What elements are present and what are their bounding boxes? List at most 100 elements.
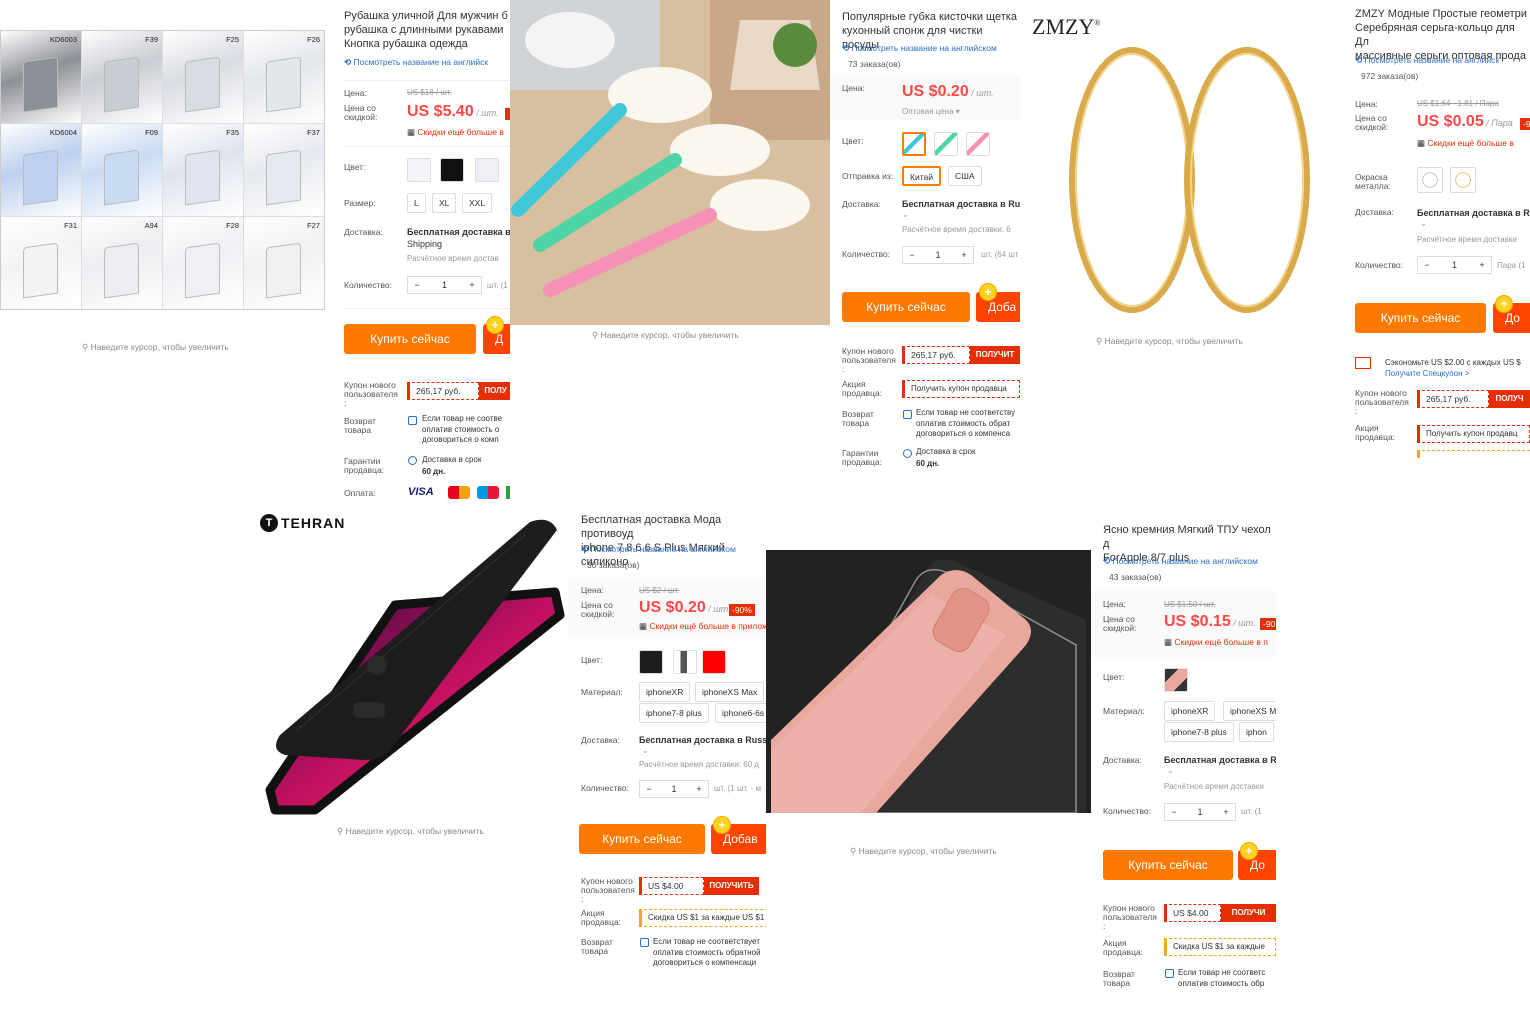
color-option-blue[interactable] (902, 132, 926, 156)
coupon-get-button[interactable]: ПОЛУЧИ (1221, 904, 1276, 922)
minus-icon[interactable]: − (640, 784, 658, 794)
chevron-down-icon[interactable]: ⌄ (642, 746, 649, 755)
coupon-get-button[interactable]: ПОЛУЧИТЬ (704, 877, 759, 895)
color-option-white[interactable] (407, 158, 431, 182)
return-policy: Если товар не соотве оплатив стоимость о… (422, 414, 503, 444)
coupon-get-button[interactable]: ПОЛУ (479, 382, 512, 400)
clock-icon (903, 449, 912, 458)
app-promo[interactable]: Скидки ещё больше в (407, 127, 503, 138)
color-option-black[interactable] (639, 650, 663, 674)
quantity-stepper[interactable]: −1 + (639, 780, 709, 798)
translate-link[interactable]: Посмотреть название на английском (581, 544, 735, 555)
wholesale-link[interactable]: Оптовая цена ▾ (902, 107, 960, 116)
material-option-iphonexs-max[interactable]: iphoneXS M (1223, 701, 1276, 721)
coupon-value: US $4.00 (639, 877, 704, 895)
buy-now-button[interactable]: Купить сейчас (842, 292, 970, 322)
chevron-down-icon[interactable]: ⌄ (902, 210, 909, 219)
shirt-variant-thumb[interactable]: F35 (163, 124, 243, 216)
minus-icon[interactable]: − (903, 250, 921, 260)
shipping-method[interactable]: Бесплатная доставка в Ru (1164, 755, 1276, 765)
seller-promo[interactable]: Скидка US $1 за каждые (1164, 938, 1276, 956)
material-option-iphone6-6s[interactable]: iphone6-6s (715, 703, 768, 723)
translate-link[interactable]: Посмотреть название на английск (344, 57, 488, 68)
shirt-variant-thumb[interactable]: F28 (163, 217, 243, 309)
quantity-stepper[interactable]: −1 + (902, 246, 974, 264)
color-option-black[interactable] (440, 158, 464, 182)
shirt-variant-thumb[interactable]: F09 (82, 124, 162, 216)
metal-option-gold[interactable] (1450, 167, 1476, 193)
ship-from-china[interactable]: Китай (902, 166, 941, 186)
coupon-get-button[interactable]: ПОЛУЧ (1489, 390, 1530, 408)
buy-now-button[interactable]: Купить сейчас (1355, 303, 1486, 333)
translate-link[interactable]: Посмотреть название на английском (1103, 556, 1257, 567)
seller-coupon[interactable]: Получить купон продавц (1417, 425, 1530, 443)
shirt-variant-thumb[interactable]: F27 (244, 217, 324, 309)
plus-icon[interactable]: + (1217, 807, 1235, 817)
quantity-input[interactable]: 1 (658, 784, 690, 794)
shirt-variant-thumb[interactable]: F37 (244, 124, 324, 216)
shirt-variant-thumb[interactable]: F26 (244, 31, 324, 123)
material-option-iphone[interactable]: iphon (1239, 722, 1274, 742)
shipping-method[interactable]: Бесплатная доставка в Rus (902, 199, 1020, 209)
size-option-xxl[interactable]: XXL (462, 193, 493, 213)
material-option-iphonexs-max[interactable]: iphoneXS Max (695, 682, 765, 702)
app-promo[interactable]: Скидки ещё больше в (1417, 138, 1513, 149)
translate-link[interactable]: Посмотреть название на английском (842, 43, 996, 54)
shirt-variant-thumb[interactable]: KD6004 (1, 124, 81, 216)
color-option-clear[interactable] (1164, 668, 1188, 692)
quantity-input[interactable]: 1 (1183, 807, 1217, 817)
chevron-down-icon[interactable]: ⌄ (1420, 219, 1427, 228)
special-coupon-link[interactable]: Получите Спецкупон > (1385, 369, 1469, 380)
shipping-method[interactable]: Бесплатная доставка в Russian (639, 735, 768, 745)
minus-icon[interactable]: − (1165, 807, 1183, 817)
plus-icon[interactable]: + (955, 250, 973, 260)
shipping-method-2[interactable]: Shipping (407, 239, 442, 249)
color-option-green[interactable] (934, 132, 958, 156)
material-option-iphone7-8-plus[interactable]: iphone7-8 plus (639, 703, 709, 723)
color-option-red[interactable] (702, 650, 726, 674)
translate-link[interactable]: Посмотреть название на английск (1355, 55, 1499, 66)
minus-icon[interactable]: − (408, 280, 426, 290)
plus-icon[interactable]: + (1473, 260, 1491, 270)
quantity-stepper[interactable]: −1 + (407, 276, 482, 294)
product-image-sponge[interactable] (510, 0, 830, 325)
metal-option-silver[interactable] (1417, 167, 1443, 193)
coupon-get-button[interactable]: ПОЛУЧИТ (970, 346, 1020, 364)
quantity-input[interactable]: 1 (426, 280, 463, 290)
buy-now-button[interactable]: Купить сейчас (1103, 850, 1233, 880)
color-option-light[interactable] (475, 158, 499, 182)
plus-icon[interactable]: + (463, 280, 481, 290)
shirt-variant-thumb[interactable]: F25 (163, 31, 243, 123)
quantity-stepper[interactable]: −1 + (1417, 256, 1492, 274)
shipping-method[interactable]: Бесплатная доставка в (407, 227, 511, 237)
ship-from-usa[interactable]: США (948, 166, 982, 186)
quantity-stepper[interactable]: −1 + (1164, 803, 1236, 821)
shirt-variant-thumb[interactable]: KD6003 (1, 31, 81, 123)
product-image-black-case[interactable] (255, 510, 570, 825)
buy-now-button[interactable]: Купить сейчас (579, 824, 705, 854)
size-option-xl[interactable]: XL (432, 193, 457, 213)
app-promo[interactable]: Скидки ещё больше в п (1164, 637, 1267, 648)
seller-coupon[interactable]: Получить купон продавца (902, 380, 1020, 398)
buy-now-button[interactable]: Купить сейчас (344, 324, 476, 354)
material-option-iphone7-8-plus[interactable]: iphone7-8 plus (1164, 722, 1234, 742)
shirt-variant-thumb[interactable]: A94 (82, 217, 162, 309)
app-promo[interactable]: Скидки ещё больше в прилож (639, 621, 767, 632)
plus-icon[interactable]: + (690, 784, 708, 794)
chevron-down-icon[interactable]: ⌄ (1167, 766, 1174, 775)
size-option-l[interactable]: L (407, 193, 426, 213)
quantity-input[interactable]: 1 (921, 250, 955, 260)
shipping-method[interactable]: Бесплатная доставка в R (1417, 208, 1530, 218)
seller-promo[interactable]: Скидка US $1 за каждые US $1 (639, 909, 768, 927)
shirt-image-grid[interactable]: KD6003 F39 F25 F26 KD6004 F09 F35 F37 F31 A94 F28 F… (0, 30, 325, 310)
minus-icon[interactable]: − (1418, 260, 1436, 270)
color-option-pink[interactable] (966, 132, 990, 156)
product-image-earrings[interactable] (1022, 0, 1342, 320)
quantity-input[interactable]: 1 (1436, 260, 1473, 270)
material-option-iphonexr[interactable]: iphoneXR (1164, 701, 1216, 721)
color-option-gray[interactable] (673, 650, 697, 674)
shirt-variant-thumb[interactable]: F39 (82, 31, 162, 123)
material-option-iphonexr[interactable]: iphoneXR (639, 682, 691, 702)
shirt-variant-thumb[interactable]: F31 (1, 217, 81, 309)
product-image-clear-case[interactable] (766, 550, 1091, 813)
